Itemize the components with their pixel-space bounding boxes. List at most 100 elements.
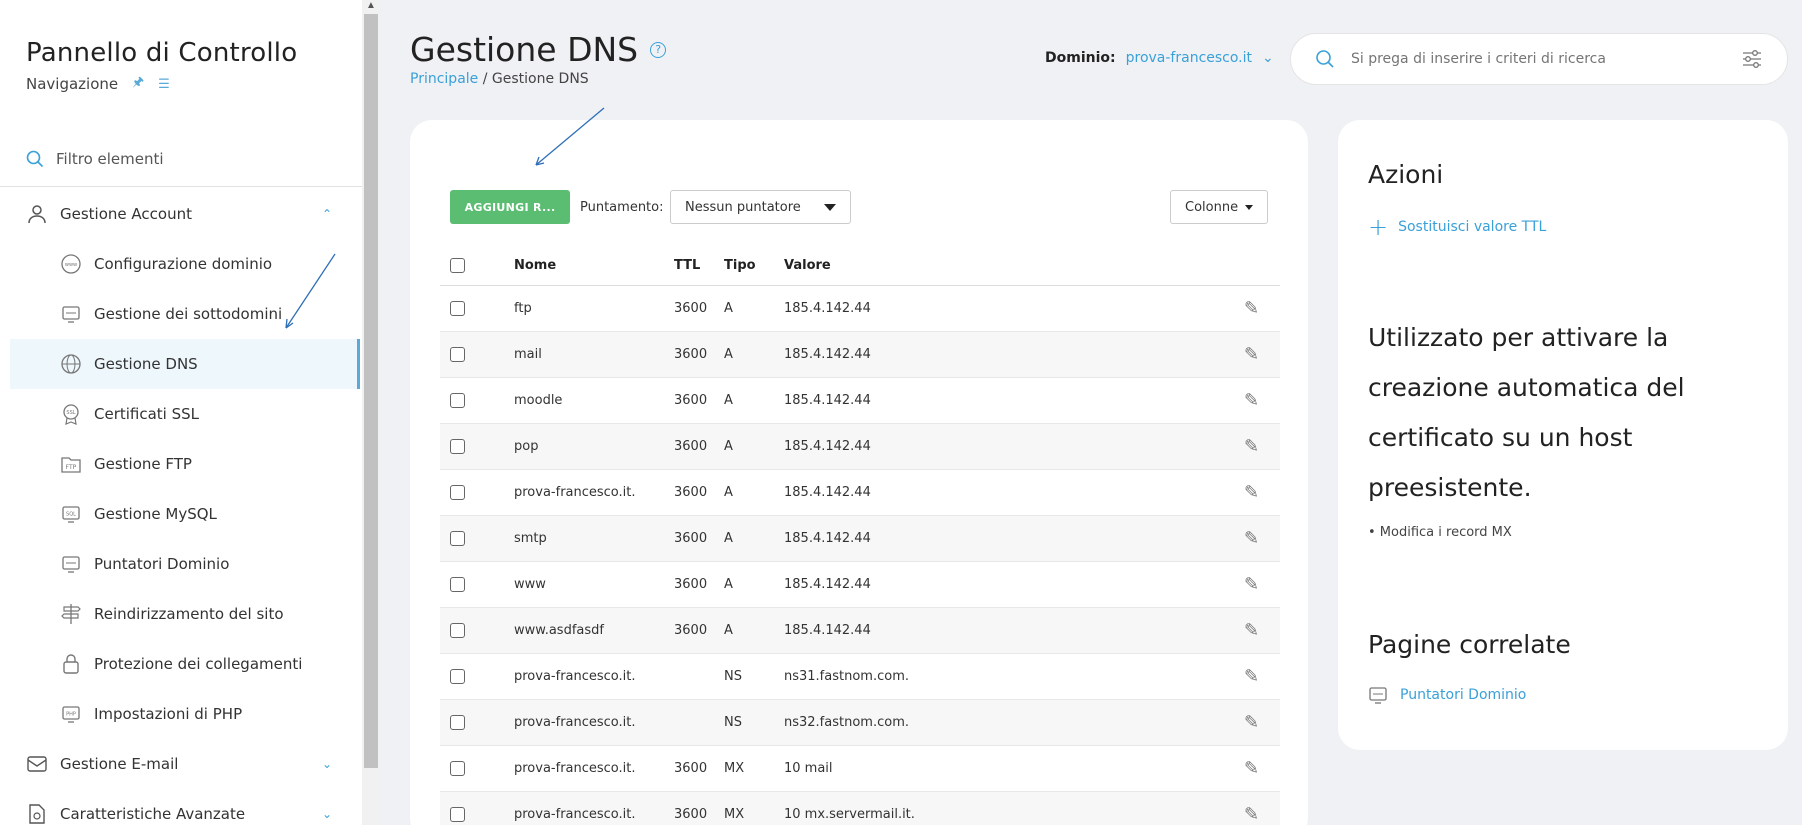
row-checkbox[interactable]	[450, 623, 465, 638]
sidebar-item-puntatori-dominio[interactable]: Puntatori Dominio	[10, 539, 360, 589]
sidebar-subtitle-label: Navigazione	[26, 75, 119, 93]
table-row: prova-francesco.it. 3600 MX 10 mail ✎	[440, 746, 1280, 792]
row-checkbox[interactable]	[450, 531, 465, 546]
pin-icon[interactable]: 🖈	[132, 73, 144, 95]
cell-tipo: A	[724, 301, 733, 316]
cell-tipo: NS	[724, 715, 742, 730]
pointing-value: Nessun puntatore	[685, 199, 801, 215]
sidebar-scrollbar[interactable]: ▲	[362, 0, 380, 825]
sidebar-item-gestione-mysql[interactable]: SQL Gestione MySQL	[10, 489, 360, 539]
pencil-icon[interactable]: ✎	[1244, 298, 1280, 319]
row-checkbox[interactable]	[450, 347, 465, 362]
pointing-select[interactable]: Nessun puntatore	[670, 190, 851, 224]
sidebar-item-protezione[interactable]: Protezione dei collegamenti	[10, 639, 360, 689]
sidebar-item-label: Gestione FTP	[94, 455, 192, 473]
cell-valore: 185.4.142.44	[784, 577, 871, 592]
cell-tipo: A	[724, 623, 733, 638]
table-row: www.asdfasdf 3600 A 185.4.142.44 ✎	[440, 608, 1280, 654]
cell-ttl: 3600	[674, 301, 708, 316]
help-icon[interactable]: ?	[650, 41, 667, 58]
sidebar-group-avanzate[interactable]: Caratteristiche Avanzate ⌄	[0, 789, 362, 825]
related-link-puntatori[interactable]: Puntatori Dominio	[1368, 685, 1526, 705]
cell-ttl: 3600	[674, 393, 708, 408]
columns-button[interactable]: Colonne	[1170, 190, 1268, 224]
sidebar-title: Pannello di Controllo	[26, 38, 298, 68]
add-record-button[interactable]: AGGIUNGI R...	[450, 190, 570, 224]
search-icon	[1316, 50, 1334, 68]
plus-icon: +	[1368, 213, 1389, 241]
select-all-checkbox[interactable]	[450, 258, 465, 273]
pencil-icon[interactable]: ✎	[1244, 620, 1280, 641]
row-checkbox[interactable]	[450, 577, 465, 592]
row-checkbox[interactable]	[450, 485, 465, 500]
sidebar-item-gestione-dns[interactable]: Gestione DNS	[10, 339, 360, 389]
header-valore[interactable]: Valore	[784, 258, 1244, 273]
breadcrumb-home[interactable]: Principale	[410, 71, 478, 87]
header-nome[interactable]: Nome	[514, 258, 674, 273]
filter-input[interactable]: Filtro elementi	[26, 150, 356, 168]
row-checkbox[interactable]	[450, 393, 465, 408]
www-icon: www	[60, 253, 82, 275]
table-row: prova-francesco.it. 3600 A 185.4.142.44 ✎	[440, 470, 1280, 516]
sidebar-group-account[interactable]: Gestione Account ⌃	[0, 189, 362, 239]
pencil-icon[interactable]: ✎	[1244, 712, 1280, 733]
dns-table: Nome TTL Tipo Valore ftp 3600 A 185.4.142.4…	[440, 246, 1280, 825]
search-input[interactable]	[1351, 51, 1741, 67]
sidebar-item-gestione-ftp[interactable]: FTP Gestione FTP	[10, 439, 360, 489]
domain-value[interactable]: prova-francesco.it	[1126, 50, 1252, 66]
filter-settings-icon[interactable]	[1741, 49, 1763, 69]
cell-nome: prova-francesco.it.	[514, 669, 636, 684]
domain-selector[interactable]: Dominio: prova-francesco.it ⌄	[1045, 50, 1274, 66]
pencil-icon[interactable]: ✎	[1244, 666, 1280, 687]
dns-records-card: AGGIUNGI R... Puntamento: Nessun puntato…	[410, 120, 1308, 825]
advanced-icon	[26, 803, 48, 825]
cell-nome: moodle	[514, 393, 563, 408]
row-checkbox[interactable]	[450, 301, 465, 316]
sidebar-item-php[interactable]: PHP Impostazioni di PHP	[10, 689, 360, 739]
pencil-icon[interactable]: ✎	[1244, 390, 1280, 411]
header-ttl[interactable]: TTL	[674, 258, 724, 273]
cell-tipo: NS	[724, 669, 742, 684]
row-checkbox[interactable]	[450, 807, 465, 822]
cell-valore: 10 mx.servermail.it.	[784, 807, 915, 822]
page-title: Gestione DNS ?	[410, 30, 667, 69]
row-checkbox[interactable]	[450, 669, 465, 684]
sidebar-group-email[interactable]: Gestione E-mail ⌄	[0, 739, 362, 789]
row-checkbox[interactable]	[450, 761, 465, 776]
pencil-icon[interactable]: ✎	[1244, 574, 1280, 595]
pencil-icon[interactable]: ✎	[1244, 436, 1280, 457]
sidebar-group-label: Gestione E-mail	[60, 755, 179, 773]
monitor-icon	[60, 303, 82, 325]
svg-text:SQL: SQL	[66, 512, 76, 518]
search-bar[interactable]	[1290, 33, 1788, 85]
list-icon[interactable]: ☰	[158, 77, 170, 92]
sidebar-item-certificati-ssl[interactable]: SSL Certificati SSL	[10, 389, 360, 439]
cell-ttl: 3600	[674, 577, 708, 592]
scrollbar-thumb[interactable]	[364, 14, 378, 768]
replace-ttl-link[interactable]: + Sostituisci valore TTL	[1368, 215, 1546, 239]
sidebar-item-label: Puntatori Dominio	[94, 555, 230, 573]
row-checkbox[interactable]	[450, 439, 465, 454]
sidebar-item-configurazione-dominio[interactable]: www Configurazione dominio	[10, 239, 360, 289]
row-checkbox[interactable]	[450, 715, 465, 730]
sidebar-item-label: Certificati SSL	[94, 405, 200, 423]
related-link-label: Puntatori Dominio	[1400, 687, 1527, 703]
svg-text:PHP: PHP	[66, 712, 76, 718]
cell-ttl: 3600	[674, 807, 708, 822]
pencil-icon[interactable]: ✎	[1244, 528, 1280, 549]
header-tipo[interactable]: Tipo	[724, 258, 784, 273]
sidebar-item-label: Gestione DNS	[94, 355, 198, 373]
table-row: www 3600 A 185.4.142.44 ✎	[440, 562, 1280, 608]
scroll-up-icon[interactable]: ▲	[366, 0, 376, 11]
actions-note: • Modifica i record MX	[1368, 525, 1512, 540]
sidebar-item-reindirizzamento[interactable]: Reindirizzamento del sito	[10, 589, 360, 639]
pencil-icon[interactable]: ✎	[1244, 758, 1280, 779]
pencil-icon[interactable]: ✎	[1244, 344, 1280, 365]
sidebar-item-sottodomini[interactable]: Gestione dei sottodomini	[10, 289, 360, 339]
pencil-icon[interactable]: ✎	[1244, 804, 1280, 825]
ssl-icon: SSL	[60, 403, 82, 425]
chevron-up-icon: ⌃	[321, 207, 332, 221]
pencil-icon[interactable]: ✎	[1244, 482, 1280, 503]
svg-text:SSL: SSL	[66, 410, 75, 416]
table-row: ftp 3600 A 185.4.142.44 ✎	[440, 286, 1280, 332]
